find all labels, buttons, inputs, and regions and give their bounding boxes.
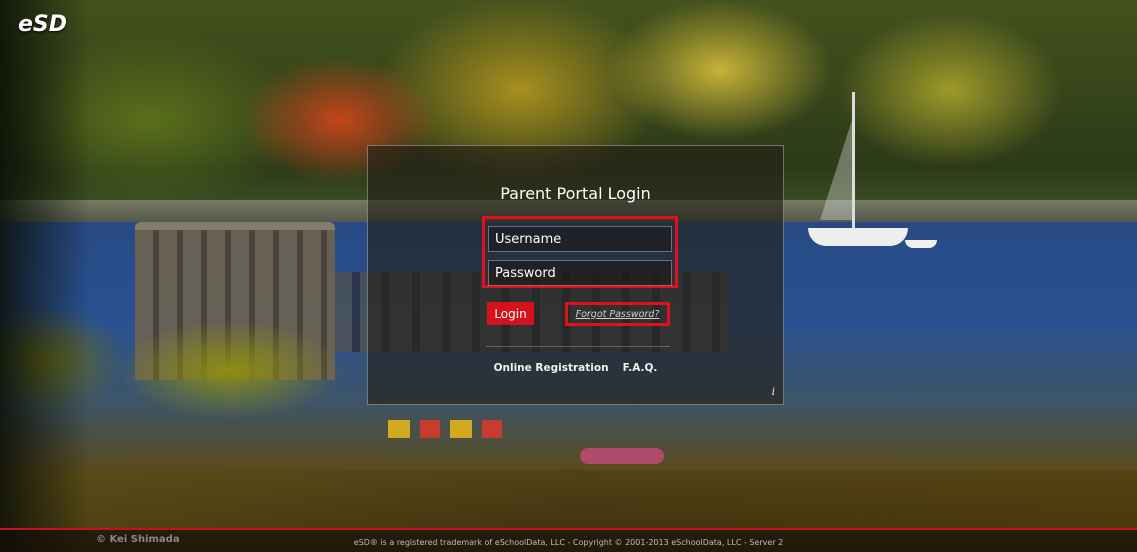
username-input[interactable] xyxy=(488,226,672,252)
faq-link[interactable]: F.A.Q. xyxy=(623,362,658,374)
login-title: Parent Portal Login xyxy=(500,184,651,203)
divider xyxy=(486,346,670,347)
info-icon[interactable]: i xyxy=(772,387,775,398)
dinghy xyxy=(905,240,937,248)
sailboat-hull xyxy=(808,228,908,246)
raft xyxy=(580,448,664,464)
water-reflection xyxy=(0,470,1137,530)
bottom-links: Online Registration F.A.Q. xyxy=(368,362,783,374)
login-panel: Parent Portal Login Login Forgot Passwor… xyxy=(367,145,784,405)
forgot-password-link[interactable]: Forgot Password? xyxy=(576,309,660,320)
kayaks xyxy=(388,420,508,438)
login-button[interactable]: Login xyxy=(487,302,534,325)
sailboat-sail xyxy=(820,120,852,220)
copyright-text: eSD® is a registered trademark of eSchoo… xyxy=(353,538,784,547)
sailboat-mast xyxy=(852,92,855,230)
password-input[interactable] xyxy=(488,260,672,286)
online-registration-link[interactable]: Online Registration xyxy=(494,362,609,374)
esd-logo: eSD xyxy=(18,12,68,37)
left-shadow-vignette xyxy=(0,0,90,552)
forgot-password-highlight-box: Forgot Password? xyxy=(565,302,670,326)
